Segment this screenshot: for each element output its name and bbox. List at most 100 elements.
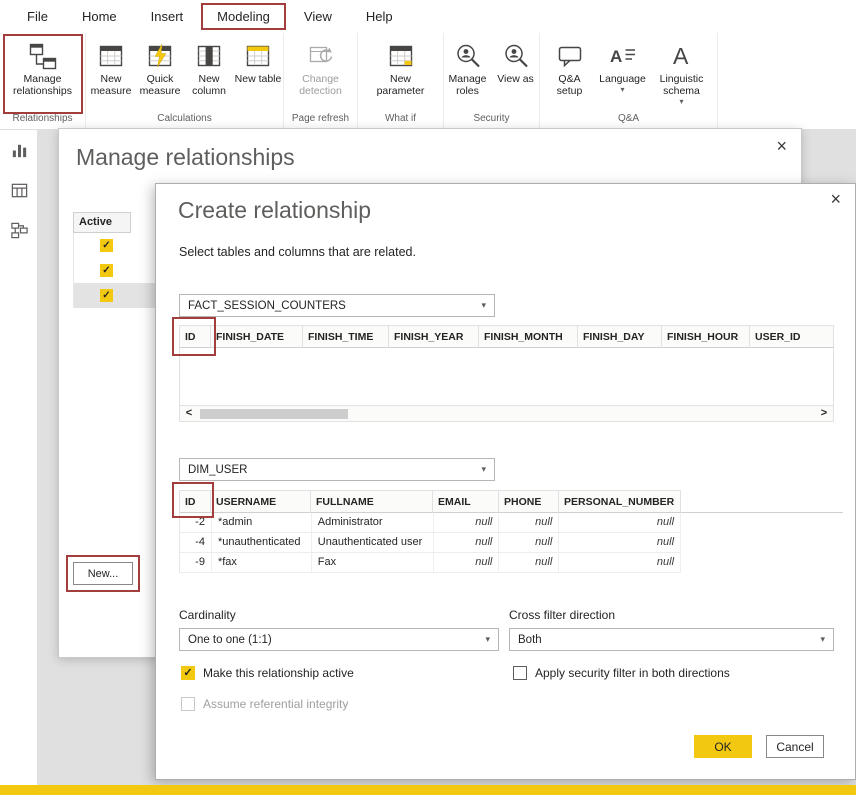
menu-tab-insert[interactable]: Insert <box>134 2 201 31</box>
quick-measure-button[interactable]: Quick measure <box>136 37 184 97</box>
cell-personal-number: null <box>559 513 681 532</box>
new-column-button[interactable]: New column <box>185 37 233 97</box>
group-label-what-if: What if <box>358 112 443 129</box>
new-measure-button[interactable]: New measure <box>87 37 135 97</box>
cell-email: null <box>434 513 500 532</box>
cross-filter-dropdown[interactable]: Both ▾ <box>509 628 834 651</box>
model-view-button[interactable] <box>0 216 38 250</box>
cell-fullname: Unauthenticated user <box>312 533 434 552</box>
relationships-list: Active ✓ ✓ ✓ <box>73 212 157 308</box>
active-checkbox[interactable]: ✓ <box>100 264 113 277</box>
qa-setup-button[interactable]: Q&A setup <box>546 37 594 97</box>
language-button[interactable]: A Language ▾ <box>595 37 651 94</box>
column-header-finish-year[interactable]: FINISH_YEAR <box>389 325 479 348</box>
close-icon[interactable]: × <box>830 190 841 208</box>
cell-phone: null <box>499 533 559 552</box>
ok-button[interactable]: OK <box>694 735 752 758</box>
assume-referential-integrity-label: Assume referential integrity <box>203 697 348 711</box>
check-icon: ✓ <box>102 241 110 251</box>
second-table-dropdown-value: DIM_USER <box>188 464 475 476</box>
menu-tab-file[interactable]: File <box>10 2 65 31</box>
column-header-email[interactable]: EMAIL <box>433 490 499 513</box>
data-view-icon <box>10 181 29 205</box>
column-header-finish-date[interactable]: FINISH_DATE <box>211 325 303 348</box>
first-table-dropdown[interactable]: FACT_SESSION_COUNTERS ▾ <box>179 294 495 317</box>
scroll-left-icon[interactable]: < <box>180 406 198 421</box>
create-dialog-title: Create relationship <box>178 197 371 224</box>
manage-roles-label: Manage roles <box>444 73 491 97</box>
menu-tab-view[interactable]: View <box>287 2 349 31</box>
linguistic-schema-button[interactable]: A Linguistic schema ▾ <box>652 37 712 106</box>
menu-tab-modeling[interactable]: Modeling <box>200 2 287 31</box>
column-header-finish-time[interactable]: FINISH_TIME <box>303 325 389 348</box>
column-header-phone[interactable]: PHONE <box>499 490 559 513</box>
table-row: -9 *fax Fax null null null <box>180 553 681 573</box>
relationship-row[interactable]: ✓ <box>73 233 157 258</box>
column-header-finish-day[interactable]: FINISH_DAY <box>578 325 662 348</box>
first-table-header-row: ID FINISH_DATE FINISH_TIME FINISH_YEAR F… <box>179 325 834 348</box>
first-table-dropdown-value: FACT_SESSION_COUNTERS <box>188 300 475 312</box>
status-bar <box>0 785 856 795</box>
language-label: Language <box>599 73 646 85</box>
new-relationship-button[interactable]: New... <box>73 562 133 585</box>
view-as-icon <box>502 39 530 73</box>
column-header-personal-number[interactable]: PERSONAL_NUMBER <box>559 490 681 513</box>
cell-phone: null <box>499 513 559 532</box>
menu-tab-help[interactable]: Help <box>349 2 410 31</box>
new-table-button[interactable]: New table <box>234 37 282 85</box>
cell-fullname: Fax <box>312 553 434 572</box>
column-header-finish-month[interactable]: FINISH_MONTH <box>479 325 578 348</box>
check-icon: ✓ <box>183 668 192 679</box>
ribbon-group-relationships: Manage relationships Relationships <box>0 33 86 129</box>
cardinality-dropdown-value: One to one (1:1) <box>188 634 479 646</box>
manage-relationships-label: Manage relationships <box>6 73 80 97</box>
column-header-fullname[interactable]: FULLNAME <box>311 490 433 513</box>
scrollbar-track[interactable] <box>198 406 815 421</box>
view-sidebar <box>0 130 38 785</box>
assume-referential-integrity-row: Assume referential integrity <box>181 697 348 711</box>
relationship-row[interactable]: ✓ <box>73 258 157 283</box>
cross-filter-dropdown-value: Both <box>518 634 814 646</box>
cell-id: -2 <box>180 513 212 532</box>
second-table-header-row: ID USERNAME FULLNAME EMAIL PHONE PERSONA… <box>179 490 843 513</box>
ribbon-group-what-if: New parameter What if <box>358 33 444 129</box>
active-checkbox[interactable]: ✓ <box>100 239 113 252</box>
close-icon[interactable]: × <box>776 137 787 155</box>
menu-tab-home[interactable]: Home <box>65 2 134 31</box>
view-as-button[interactable]: View as <box>492 37 539 85</box>
chevron-down-icon: ▾ <box>485 634 490 645</box>
column-header-id[interactable]: ID <box>179 490 211 513</box>
report-view-button[interactable] <box>0 136 38 170</box>
data-view-button[interactable] <box>0 176 38 210</box>
cell-personal-number: null <box>559 553 681 572</box>
view-as-label: View as <box>497 73 534 85</box>
horizontal-scrollbar[interactable]: < > <box>179 405 834 422</box>
apply-security-filter-checkbox[interactable] <box>513 666 527 680</box>
manage-dialog-title: Manage relationships <box>76 144 295 171</box>
active-checkbox[interactable]: ✓ <box>100 289 113 302</box>
new-parameter-button[interactable]: New parameter <box>371 37 431 97</box>
group-label-page-refresh: Page refresh <box>284 112 357 129</box>
second-table-dropdown[interactable]: DIM_USER ▾ <box>179 458 495 481</box>
ribbon-spacer <box>718 33 856 129</box>
header-filler <box>681 490 843 513</box>
manage-relationships-button[interactable]: Manage relationships <box>6 37 80 111</box>
column-header-id[interactable]: ID <box>179 325 211 348</box>
scroll-right-icon[interactable]: > <box>815 406 833 421</box>
make-relationship-active-checkbox[interactable]: ✓ <box>181 666 195 680</box>
relationship-row-selected[interactable]: ✓ <box>73 283 157 308</box>
chevron-down-icon: ▾ <box>679 97 683 106</box>
ribbon: Manage relationships Relationships New m… <box>0 33 856 130</box>
group-label-calculations: Calculations <box>86 112 283 129</box>
check-icon: ✓ <box>102 291 110 301</box>
manage-roles-button[interactable]: Manage roles <box>444 37 491 97</box>
cancel-button[interactable]: Cancel <box>766 735 824 758</box>
column-header-username[interactable]: USERNAME <box>211 490 311 513</box>
first-table-body <box>179 348 834 405</box>
chevron-down-icon: ▾ <box>481 464 486 475</box>
column-header-user-id[interactable]: USER_ID <box>750 325 834 348</box>
active-column-header: Active <box>73 212 131 233</box>
column-header-finish-hour[interactable]: FINISH_HOUR <box>662 325 750 348</box>
cardinality-dropdown[interactable]: One to one (1:1) ▾ <box>179 628 499 651</box>
scrollbar-thumb[interactable] <box>200 409 348 419</box>
